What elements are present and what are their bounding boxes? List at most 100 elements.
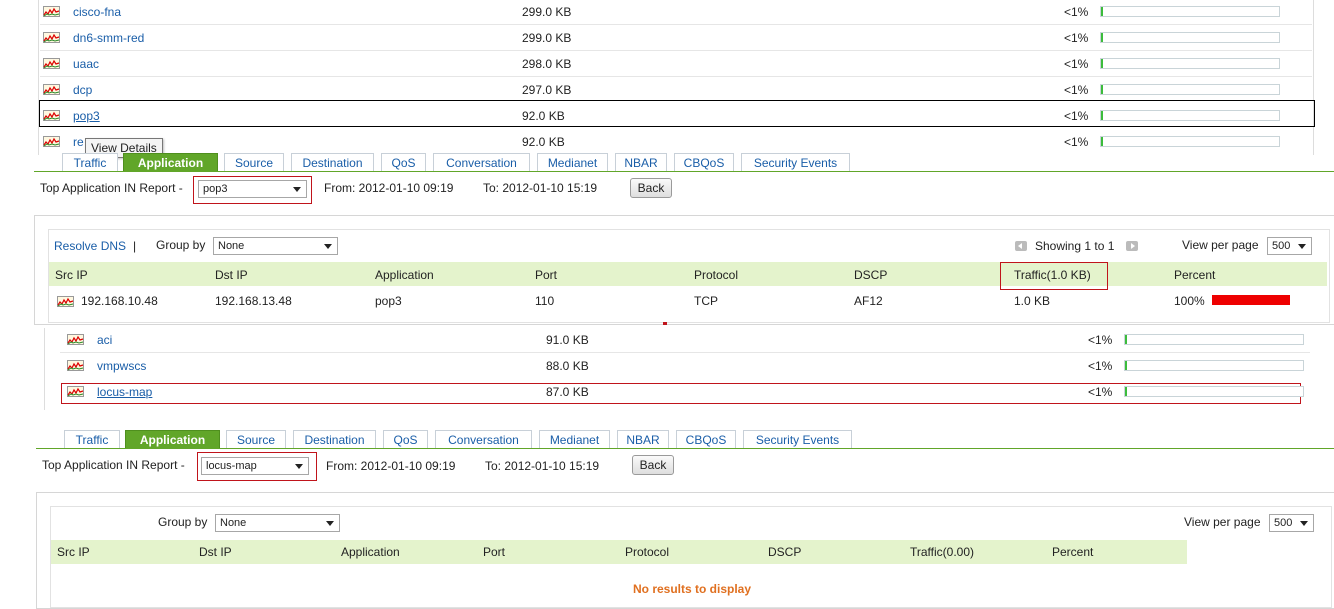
app-name-link[interactable]: locus-map: [97, 385, 152, 399]
to-date: To: 2012-01-10 15:19: [483, 181, 598, 195]
column-header[interactable]: Dst IP: [215, 268, 248, 282]
tab-application[interactable]: Application: [125, 430, 220, 449]
app-name-link[interactable]: uaac: [73, 57, 99, 71]
list-right-border: [1313, 0, 1314, 155]
column-header[interactable]: DSCP: [854, 268, 887, 282]
column-header[interactable]: DSCP: [768, 545, 801, 559]
traffic-graph-icon[interactable]: [67, 360, 84, 371]
group-by-select[interactable]: None: [215, 514, 340, 532]
view-per-page-value: 500: [1272, 240, 1291, 252]
app-name-link[interactable]: pop3: [73, 109, 100, 123]
app-select[interactable]: locus-map: [201, 457, 309, 475]
back-button[interactable]: Back: [632, 455, 674, 475]
dst-ip: 192.168.13.48: [215, 294, 292, 308]
tab-application[interactable]: Application: [123, 153, 218, 172]
column-header[interactable]: Percent: [1174, 268, 1215, 282]
column-header[interactable]: Port: [535, 268, 557, 282]
percent-bar: [1100, 84, 1280, 95]
prev-page-icon[interactable]: [1015, 241, 1027, 251]
percent-value: <1%: [1088, 333, 1113, 347]
traffic-graph-icon[interactable]: [67, 334, 84, 345]
percent-bar: [1124, 360, 1304, 371]
traffic-graph-icon[interactable]: [43, 110, 60, 121]
tab-nbar[interactable]: NBAR: [617, 430, 669, 449]
app-name-link[interactable]: cisco-fna: [73, 5, 121, 19]
app-name-link[interactable]: vmpwscs: [97, 359, 146, 373]
from-date: From: 2012-01-10 09:19: [324, 181, 454, 195]
traffic-graph-icon[interactable]: [43, 136, 60, 147]
app-name-link[interactable]: re: [73, 135, 84, 149]
row-divider: [40, 24, 1312, 25]
app-select-value: pop3: [203, 183, 228, 195]
traffic-value: 92.0 KB: [522, 135, 565, 149]
traffic-value: 87.0 KB: [546, 385, 589, 399]
chevron-down-icon: [324, 244, 332, 249]
back-button[interactable]: Back: [630, 178, 672, 198]
tab-security-events[interactable]: Security Events: [741, 153, 850, 172]
tab-nbar[interactable]: NBAR: [615, 153, 667, 172]
tab-underline: [36, 448, 1334, 449]
tab-source[interactable]: Source: [226, 430, 286, 449]
traffic-graph-icon[interactable]: [43, 32, 60, 43]
traffic-graph-icon[interactable]: [67, 386, 84, 397]
column-header[interactable]: Traffic(0.00): [910, 545, 974, 559]
tab-qos[interactable]: QoS: [381, 153, 426, 172]
src-ip: 192.168.10.48: [81, 294, 158, 308]
percent-value: <1%: [1064, 5, 1089, 19]
view-per-page-select[interactable]: 500: [1269, 514, 1314, 532]
row-divider: [40, 50, 1312, 51]
resolve-dns-link[interactable]: Resolve DNS: [54, 239, 126, 253]
percent-value: <1%: [1064, 31, 1089, 45]
group-by-select[interactable]: None: [213, 237, 338, 255]
column-header[interactable]: Application: [375, 268, 434, 282]
traffic-graph-icon[interactable]: [43, 6, 60, 17]
column-header[interactable]: Port: [483, 545, 505, 559]
column-header[interactable]: Src IP: [55, 268, 88, 282]
traffic-graph-icon[interactable]: [43, 58, 60, 69]
traffic: 1.0 KB: [1014, 294, 1051, 308]
tab-traffic[interactable]: Traffic: [62, 153, 118, 172]
tab-medianet[interactable]: Medianet: [539, 430, 610, 449]
tab-medianet[interactable]: Medianet: [537, 153, 608, 172]
application: pop3: [375, 294, 402, 308]
group-by-label: Group by: [156, 238, 206, 252]
percent-bar: [1100, 32, 1280, 43]
row-divider: [40, 76, 1312, 77]
app-name-link[interactable]: dn6-smm-red: [73, 31, 144, 45]
column-header[interactable]: Src IP: [57, 545, 90, 559]
tab-traffic[interactable]: Traffic: [64, 430, 120, 449]
tab-qos[interactable]: QoS: [383, 430, 428, 449]
traffic-graph-icon[interactable]: [43, 84, 60, 95]
tab-source[interactable]: Source: [224, 153, 284, 172]
from-date: From: 2012-01-10 09:19: [326, 459, 456, 473]
port: 110: [535, 294, 555, 308]
tab-destination[interactable]: Destination: [293, 430, 376, 449]
app-select[interactable]: pop3: [198, 180, 307, 198]
group-by-value: None: [220, 517, 247, 529]
dscp: AF12: [854, 294, 883, 308]
app-name-link[interactable]: aci: [97, 333, 112, 347]
view-per-page-label: View per page: [1182, 238, 1259, 252]
tab-conversation[interactable]: Conversation: [435, 430, 532, 449]
view-per-page-value: 500: [1274, 517, 1293, 529]
app-name-link[interactable]: dcp: [73, 83, 92, 97]
next-page-icon[interactable]: [1126, 241, 1138, 251]
tab-cbqos[interactable]: CBQoS: [674, 153, 734, 172]
app-select-value: locus-map: [206, 460, 257, 472]
view-per-page-select[interactable]: 500: [1267, 237, 1312, 255]
tab-conversation[interactable]: Conversation: [433, 153, 530, 172]
column-header[interactable]: Protocol: [625, 545, 669, 559]
column-header[interactable]: Dst IP: [199, 545, 232, 559]
traffic-value: 298.0 KB: [522, 57, 572, 71]
protocol: TCP: [694, 294, 718, 308]
tab-security-events[interactable]: Security Events: [743, 430, 852, 449]
percent-value: <1%: [1064, 83, 1089, 97]
percent: 100%: [1174, 294, 1205, 308]
tab-destination[interactable]: Destination: [291, 153, 374, 172]
column-header[interactable]: Application: [341, 545, 400, 559]
tab-cbqos[interactable]: CBQoS: [676, 430, 736, 449]
column-header[interactable]: Percent: [1052, 545, 1093, 559]
column-header[interactable]: Protocol: [694, 268, 738, 282]
traffic-graph-icon[interactable]: [57, 296, 74, 307]
highlight-box: [1000, 262, 1108, 290]
